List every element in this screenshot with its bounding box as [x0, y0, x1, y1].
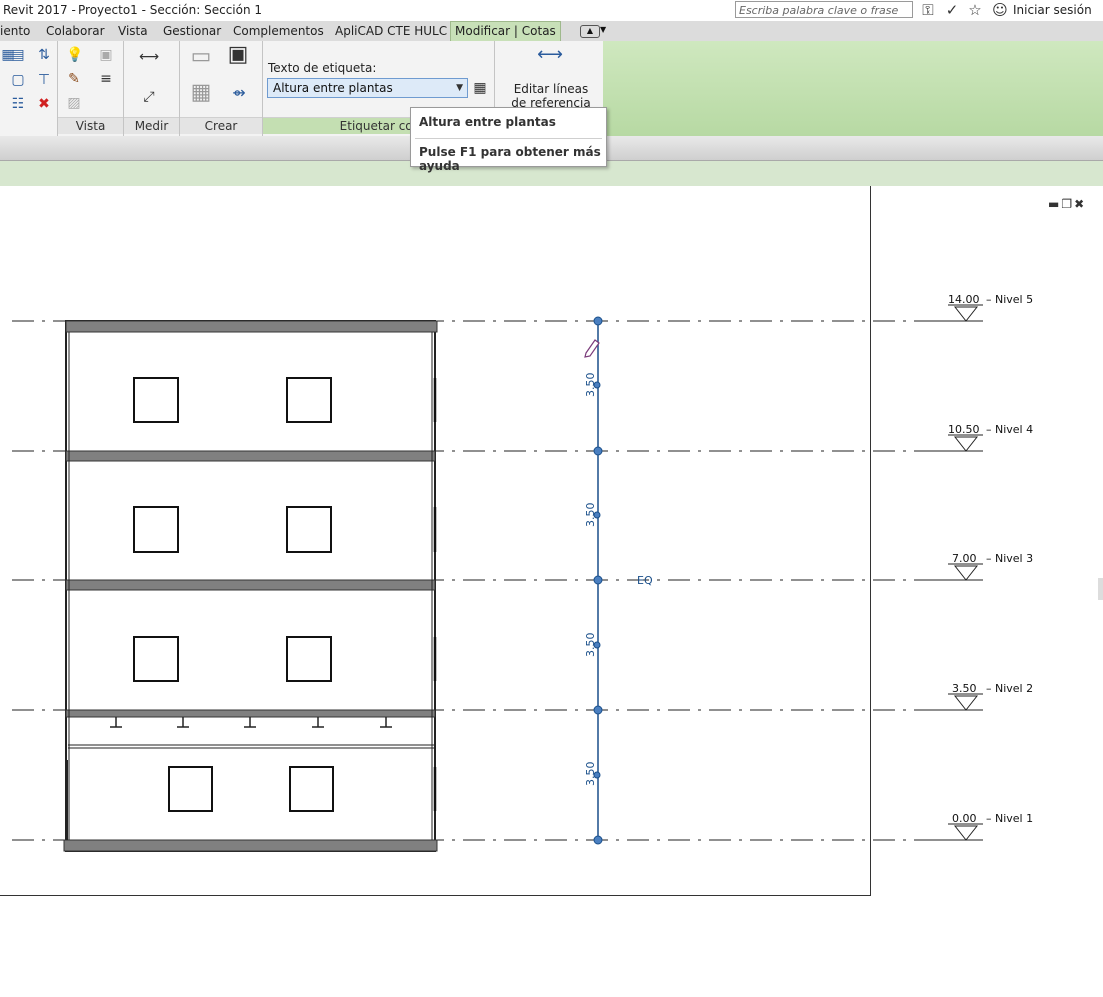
edit-text-pencil-icon[interactable]	[584, 339, 600, 358]
level-head-2[interactable]: 3.50 – Nivel 2	[925, 682, 1033, 711]
dimension-label[interactable]: 3.50	[584, 762, 597, 787]
level-elevation[interactable]: 7.00	[952, 552, 977, 565]
windows	[133, 377, 334, 812]
level-name[interactable]: – Nivel 1	[986, 812, 1033, 825]
tooltip: Altura entre plantas Pulse F1 para obten…	[410, 107, 607, 173]
level-heads: 14.00 – Nivel 5 10.50 – Nivel 4 7.00 – N…	[925, 293, 1033, 841]
floor-slab-4[interactable]	[65, 450, 436, 462]
building-section	[63, 320, 438, 852]
window[interactable]	[133, 636, 179, 682]
level-head-1[interactable]: 0.00 – Nivel 1	[925, 812, 1033, 841]
floor-slab-2[interactable]	[65, 709, 436, 718]
level-head-3[interactable]: 7.00 – Nivel 3	[925, 552, 1033, 581]
level-name[interactable]: – Nivel 2	[986, 682, 1033, 695]
dimension-label[interactable]: 3.50	[584, 503, 597, 528]
window[interactable]	[286, 636, 332, 682]
window[interactable]	[133, 506, 179, 553]
window[interactable]	[289, 766, 334, 812]
tooltip-title: Altura entre plantas	[419, 115, 556, 129]
tooltip-divider	[415, 138, 602, 139]
level-elevation[interactable]: 10.50	[948, 423, 980, 436]
level-head-5[interactable]: 14.00 – Nivel 5	[925, 293, 1033, 322]
joists	[110, 717, 392, 728]
roof-slab[interactable]	[65, 320, 438, 333]
level-name[interactable]: – Nivel 3	[986, 552, 1033, 565]
eq-toggle[interactable]: EQ	[637, 574, 653, 587]
window[interactable]	[133, 377, 179, 423]
dimension-label[interactable]: 3.50	[584, 373, 597, 398]
window[interactable]	[286, 506, 332, 553]
level-elevation[interactable]: 0.00	[952, 812, 977, 825]
dimension-label[interactable]: 3.50	[584, 633, 597, 658]
tooltip-help: Pulse F1 para obtener más ayuda	[419, 145, 601, 173]
window[interactable]	[168, 766, 213, 812]
level-elevation[interactable]: 14.00	[948, 293, 980, 306]
level-name[interactable]: – Nivel 5	[986, 293, 1033, 306]
ground-slab[interactable]	[63, 839, 438, 852]
level-elevation[interactable]: 3.50	[952, 682, 977, 695]
window[interactable]	[286, 377, 332, 423]
level-name[interactable]: – Nivel 4	[986, 423, 1033, 436]
floor-slab-3[interactable]	[65, 579, 436, 591]
level-head-4[interactable]: 10.50 – Nivel 4	[925, 423, 1033, 452]
